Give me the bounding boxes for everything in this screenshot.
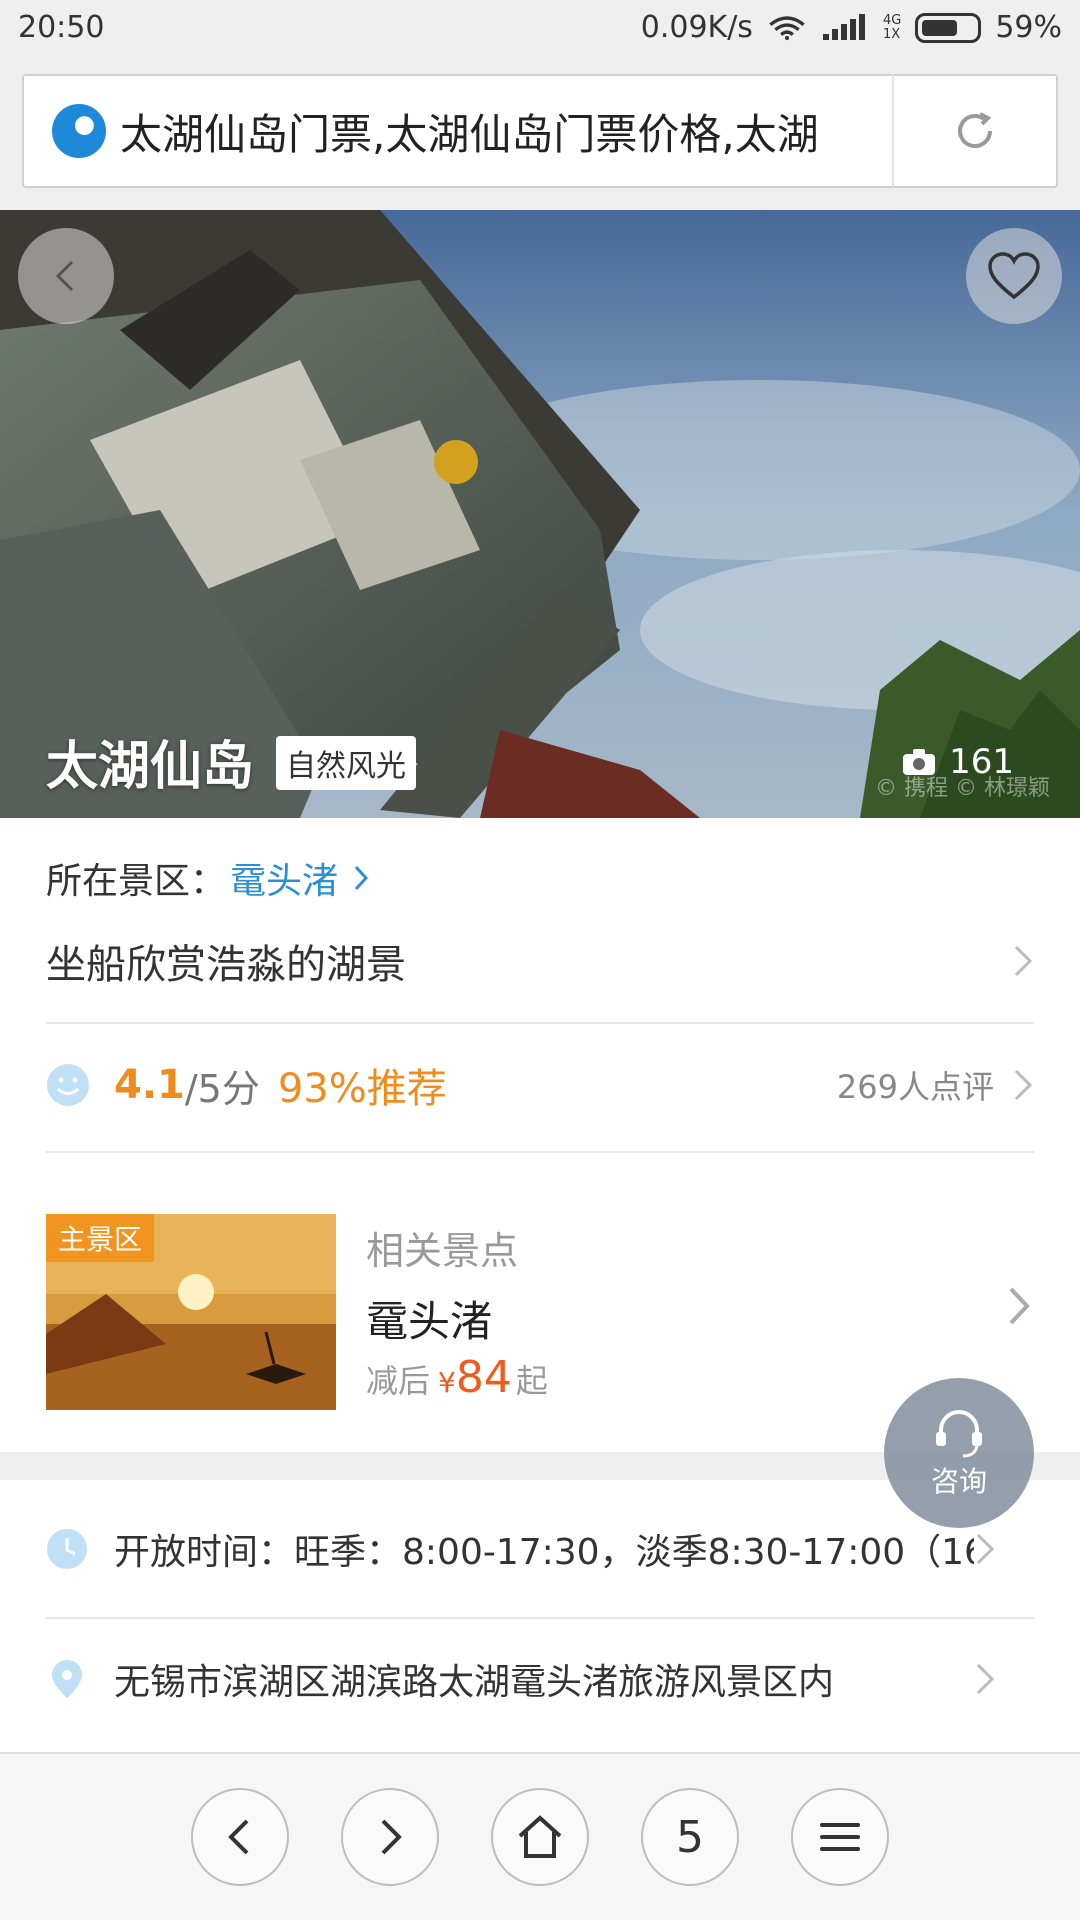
tabs-count: 5 — [676, 1811, 704, 1863]
divider — [46, 1151, 1034, 1153]
status-indicators: 0.09K/s 4G 1X 59% — [641, 10, 1062, 45]
headset-icon — [936, 1410, 982, 1458]
chevron-right-icon — [1014, 1069, 1033, 1101]
chevron-right-icon — [976, 1533, 995, 1565]
arrow-right-icon — [381, 1819, 402, 1855]
network-type: 4G 1X — [882, 12, 902, 42]
opening-hours-row[interactable]: 开放时间：旺季：8:00-17:30，淡季8:30-17:00（16... — [46, 1504, 1034, 1594]
browser-back-button[interactable] — [191, 1788, 289, 1886]
chevron-right-icon — [354, 865, 369, 891]
location-pin-icon — [52, 1660, 82, 1698]
main-scenic-badge: 主景区 — [46, 1214, 155, 1262]
price-currency: ¥ — [438, 1366, 456, 1399]
status-bar: 20:50 0.09K/s 4G 1X 59% — [0, 0, 1080, 60]
reload-icon — [958, 112, 992, 148]
chevron-right-icon — [976, 1663, 995, 1695]
description-row[interactable]: 坐船欣赏浩淼的湖景 — [46, 926, 1034, 996]
address-row[interactable]: 无锡市滨湖区湖滨路太湖鼋头渚旅游风景区内 — [46, 1634, 1034, 1724]
price-prefix: 减后 — [366, 1362, 431, 1400]
browser-menu-button[interactable] — [791, 1788, 889, 1886]
browser-home-button[interactable] — [491, 1788, 589, 1886]
back-button[interactable] — [18, 228, 114, 324]
chevron-right-icon — [1014, 945, 1033, 977]
attraction-title: 太湖仙岛 — [46, 737, 255, 797]
photo-count-button[interactable]: 161 — [901, 742, 1014, 782]
related-attraction-label: 相关景点 — [366, 1229, 519, 1273]
battery-percent: 59% — [995, 10, 1062, 45]
menu-icon — [820, 1823, 860, 1851]
clock-icon — [47, 1529, 87, 1569]
site-favicon-icon — [52, 104, 106, 158]
chevron-left-icon — [55, 260, 74, 292]
divider — [46, 1617, 1034, 1619]
address-text: 无锡市滨湖区湖滨路太湖鼋头渚旅游风景区内 — [114, 1662, 835, 1703]
network-speed: 0.09K/s — [640, 10, 753, 45]
battery-icon — [915, 12, 982, 43]
heart-icon — [988, 252, 1040, 300]
opening-hours-text: 开放时间：旺季：8:00-17:30，淡季8:30-17:00（16... — [114, 1532, 974, 1573]
chevron-right-icon — [1009, 1287, 1030, 1325]
favorite-button[interactable] — [966, 228, 1062, 324]
consult-label: 咨询 — [930, 1465, 987, 1498]
review-count: 269人点评 — [836, 1068, 994, 1106]
wifi-icon — [769, 15, 805, 40]
browser-forward-button[interactable] — [341, 1788, 439, 1886]
consult-button[interactable]: 咨询 — [884, 1378, 1034, 1528]
rating-row[interactable]: 4.1 /5分 93%推荐 269人点评 — [46, 1040, 1034, 1130]
smile-icon — [47, 1064, 89, 1106]
tabs-button[interactable]: 5 — [641, 1788, 739, 1886]
recommend-rate: 93%推荐 — [277, 1066, 447, 1112]
arrow-left-icon — [228, 1819, 249, 1855]
hero-image[interactable]: 太湖仙岛 自然风光 © 携程 © 林璟颖 161 — [0, 210, 1080, 818]
related-attraction-name: 鼋头渚 — [366, 1297, 493, 1346]
divider — [46, 1022, 1034, 1024]
network-type-bottom: 1X — [882, 26, 901, 42]
address-bar[interactable]: 太湖仙岛门票,太湖仙岛门票价格,太湖 — [22, 74, 1058, 188]
rating-score: 4.1 — [114, 1062, 185, 1108]
scenic-area-label: 所在景区： — [46, 861, 227, 902]
status-time: 20:50 — [18, 10, 105, 45]
related-attraction-card[interactable]: 主景区 相关景点 鼋头渚 减后 ¥ 84 起 — [46, 1214, 1034, 1410]
camera-icon — [903, 749, 936, 775]
price-suffix: 起 — [515, 1362, 548, 1400]
browser-toolbar: 太湖仙岛门票,太湖仙岛门票价格,太湖 — [0, 60, 1080, 210]
cellular-signal-icon — [822, 13, 865, 40]
reload-button[interactable] — [894, 76, 1056, 186]
category-tag: 自然风光 — [276, 736, 416, 790]
description-text: 坐船欣赏浩淼的湖景 — [46, 942, 406, 988]
scenic-area-row[interactable]: 所在景区： 鼋头渚 — [46, 852, 376, 904]
price-value: 84 — [455, 1352, 512, 1403]
browser-bottom-bar: 5 — [0, 1752, 1080, 1920]
home-icon — [518, 1815, 562, 1858]
related-attraction-thumbnail: 主景区 — [46, 1214, 336, 1410]
related-attraction-price: 减后 ¥ 84 起 — [366, 1352, 548, 1403]
photo-count: 161 — [949, 742, 1014, 782]
page-title-in-address-bar[interactable]: 太湖仙岛门票,太湖仙岛门票价格,太湖 — [120, 101, 880, 162]
network-type-top: 4G — [882, 12, 902, 28]
scenic-area-link[interactable]: 鼋头渚 — [230, 852, 338, 904]
rating-max: /5分 — [184, 1066, 260, 1111]
